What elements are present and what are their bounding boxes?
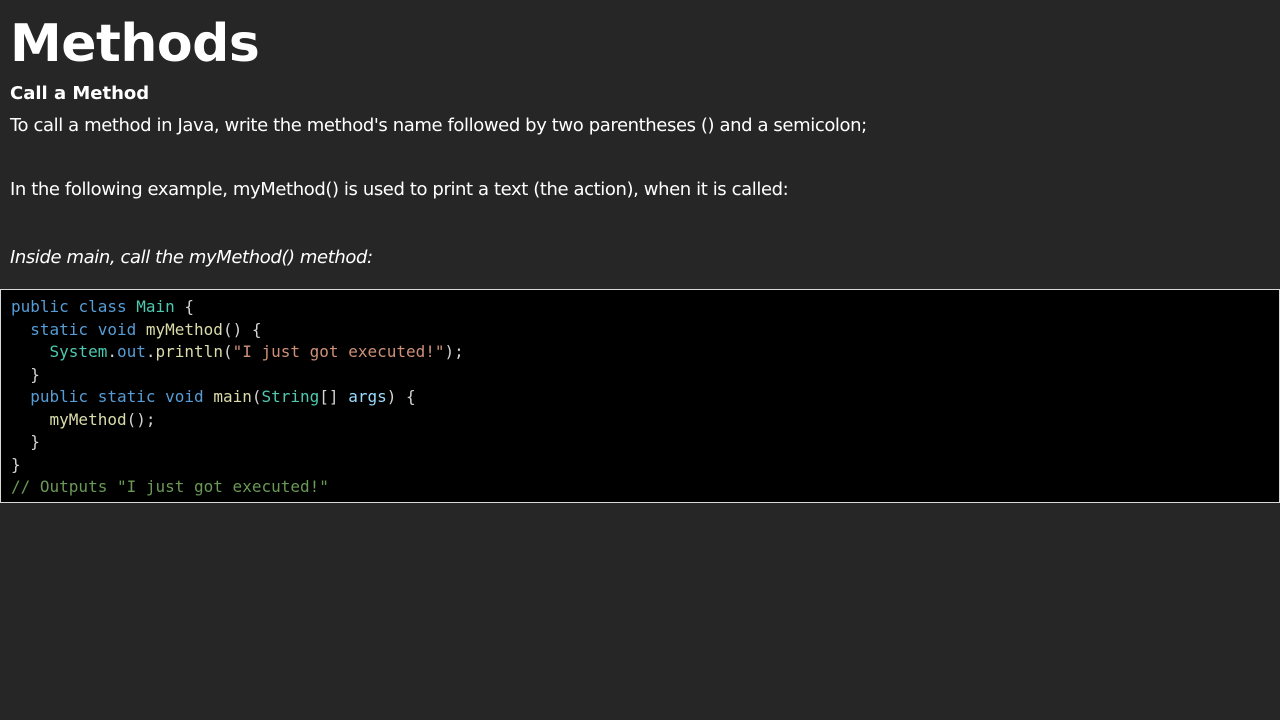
code-parameter: args [348, 387, 387, 406]
code-class-name: String [261, 387, 320, 406]
code-punctuation: } [11, 454, 21, 474]
code-line-3: System.out.println("I just got executed!… [11, 342, 464, 361]
code-keyword: class [78, 297, 127, 316]
code-line-7: } [11, 432, 40, 451]
page: Methods Call a Method To call a method i… [0, 0, 1280, 720]
code-punctuation: { [184, 297, 195, 316]
code-block[interactable]: public class Main { static void myMethod… [11, 296, 464, 499]
code-punctuation: ); [444, 342, 464, 361]
code-punctuation: . [145, 342, 156, 361]
code-punctuation: ( [222, 342, 233, 361]
code-keyword: static [30, 319, 89, 339]
intro-paragraph: To call a method in Java, write the meth… [10, 115, 867, 136]
page-title: Methods [10, 14, 260, 74]
code-class-name: Main [136, 297, 175, 316]
code-comment: // Outputs "I just got executed!" [11, 477, 329, 496]
code-line-1: public class Main { [11, 297, 194, 316]
code-field: out [116, 342, 146, 361]
code-punctuation: ) { [386, 387, 416, 406]
code-keyword: public [11, 297, 69, 316]
code-keyword: public [30, 387, 89, 406]
example-caption: Inside main, call the myMethod() method: [10, 247, 373, 268]
code-line-2: static void myMethod() { [11, 320, 261, 339]
code-keyword: void [165, 387, 204, 406]
code-line-9: // Outputs "I just got executed!" [11, 477, 329, 496]
code-punctuation: } [30, 364, 40, 384]
section-heading: Call a Method [10, 83, 150, 104]
code-line-4: } [11, 365, 40, 384]
code-function-name: println [155, 342, 223, 361]
code-punctuation: () { [222, 319, 262, 339]
code-example-box[interactable]: public class Main { static void myMethod… [0, 289, 1280, 503]
code-punctuation: . [107, 342, 117, 361]
code-keyword: void [97, 319, 137, 339]
example-paragraph: In the following example, myMethod() is … [10, 179, 789, 200]
code-line-6: myMethod(); [11, 410, 156, 429]
code-function-name: myMethod [49, 409, 127, 429]
code-line-5: public static void main(String[] args) { [11, 387, 416, 406]
code-class-name: System [49, 342, 108, 361]
code-string: "I just got executed!" [232, 342, 445, 361]
code-punctuation: [] [319, 387, 339, 406]
code-function-name: myMethod [145, 319, 223, 339]
code-punctuation: } [30, 432, 40, 451]
code-line-8: } [11, 455, 21, 474]
code-keyword: static [97, 387, 156, 406]
code-punctuation: (); [126, 409, 156, 429]
code-function-name: main [213, 387, 252, 406]
